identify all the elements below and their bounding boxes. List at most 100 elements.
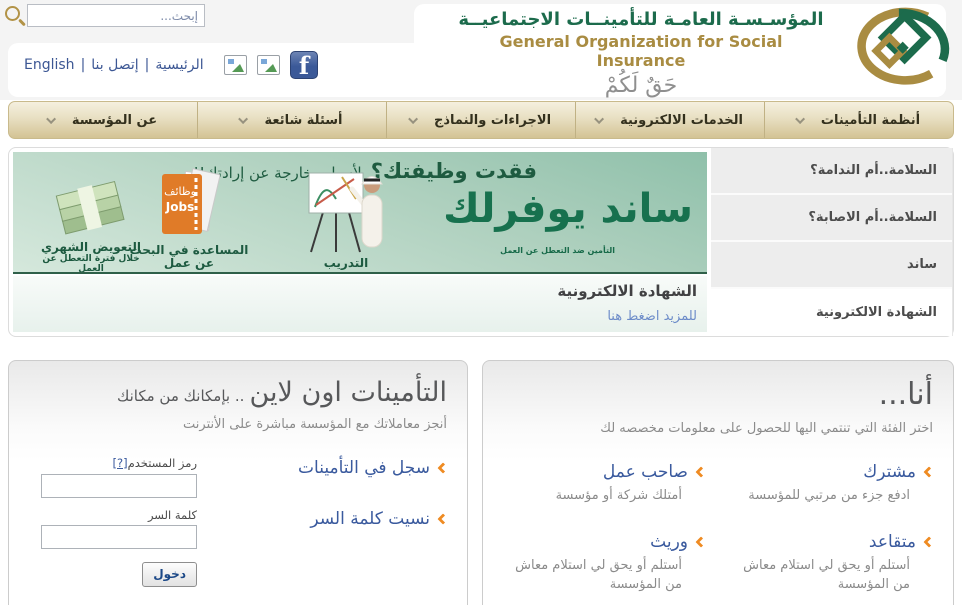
category-header: متقاعد [705,532,933,552]
home-link[interactable]: الرئيسية [155,57,203,73]
feature-label: التدريب [281,257,411,270]
register-link-row: سجل في التأمينات [197,458,447,478]
banner-tab-safety-regret[interactable]: السلامة..أم الندامة؟ [711,148,952,195]
category-heir: وريث أستلم أو يحق لي استلام معاش من المؤ… [499,532,705,595]
category-subscriber: مشترك ادفع جزء من مرتبي للمؤسسة [705,462,933,506]
category-employer: صاحب عمل أمتلك شركة أو مؤسسة [499,462,705,506]
category-description: أستلم أو يحق لي استلام معاش من المؤسسة [733,557,933,595]
login-panel-title: التأمينات اون لاين .. بإمكانك من مكانك [25,377,447,408]
header-utility-links: الرئيسية | إتصل بنا | English [24,57,204,73]
link-separator: | [145,57,150,73]
image-placeholder-icon[interactable] [257,55,280,75]
saned-banner-image: فقدت وظيفتك؟ لأسباب خارجة عن إرادتك!! سا… [13,152,707,274]
nav-item-about[interactable]: عن المؤسسة [9,102,198,138]
main-nav: أنظمة التأمينات الخدمات الالكترونية الاج… [8,101,954,139]
username-help-link[interactable]: [?] [113,456,128,470]
nav-item-label: عن المؤسسة [72,113,157,128]
nav-item-eservices[interactable]: الخدمات الالكترونية [576,102,765,138]
nav-item-label: الاجراءات والنماذج [434,113,551,128]
forgot-password-link-row: نسيت كلمة السر [197,509,447,529]
money-stack-icon [50,177,132,237]
nav-item-faq[interactable]: أسئلة شائعة [198,102,387,138]
banner-more-link[interactable]: للمزيد اضغط هنا [607,309,697,324]
english-link[interactable]: English [24,57,75,73]
svg-text:Jobs: Jobs [165,200,194,214]
nav-item-insurance-systems[interactable]: أنظمة التأمينات [765,102,953,138]
contact-link[interactable]: إتصل بنا [91,57,138,73]
nav-item-procedures-forms[interactable]: الاجراءات والنماذج [387,102,576,138]
banner-tab-saned[interactable]: ساند [711,242,952,289]
search-icon[interactable] [5,6,20,21]
facebook-icon[interactable]: f [290,51,318,79]
chevron-left-icon [437,513,448,524]
login-panel-title-main: التأمينات اون لاين [249,377,447,408]
chevron-down-icon [408,114,418,124]
banner-caption: الشهادة الالكترونية للمزيد اضغط هنا [13,276,707,332]
feature-monthly-compensation: التعويض الشهري خلال فترة التعطل عن العمل [31,177,151,270]
chevron-down-icon [795,114,805,124]
org-name-arabic: المؤسـسـة العامـة للتأمينــات الاجتماعيـ… [458,9,824,30]
employer-link[interactable]: صاحب عمل [603,462,688,482]
saned-tagline: التأمين ضد التعطل عن العمل [500,246,615,255]
login-content-row: سجل في التأمينات نسيت كلمة السر رمز المس… [25,452,447,587]
category-header: وريث [499,532,705,552]
chevron-left-icon [437,462,448,473]
online-services-panel: التأمينات اون لاين .. بإمكانك من مكانك أ… [8,360,468,605]
category-header: مشترك [705,462,933,482]
username-input[interactable] [41,474,197,498]
category-description: أستلم أو يحق لي استلام معاش من المؤسسة [505,557,705,595]
login-form: رمز المستخدم[?] كلمة السر دخول [41,452,197,587]
feature-label: التعويض الشهري [31,241,151,254]
heir-link[interactable]: وريث [650,532,688,552]
saned-logo-text: ساند يوفرلك [443,186,693,232]
jobs-folder-icon: وظائف Jobs [158,168,220,240]
social-icons-row: f [224,51,318,79]
feature-training: التدريب [281,167,411,270]
chevron-left-icon [923,466,934,477]
chevron-down-icon [46,114,56,124]
gosi-logo-icon[interactable] [840,5,954,91]
feature-sublabel: خلال فترة التعطل عن العمل [31,254,151,274]
retiree-link[interactable]: متقاعد [869,532,916,552]
category-header: صاحب عمل [499,462,705,482]
login-panel-title-sub: .. بإمكانك من مكانك [117,387,244,405]
password-input[interactable] [41,525,197,549]
org-name-english: General Organization for Social Insuranc… [458,32,824,70]
login-links-column: سجل في التأمينات نسيت كلمة السر [197,452,447,587]
nav-item-label: أسئلة شائعة [264,113,342,128]
password-label: كلمة السر [41,508,197,522]
logo-text-block: المؤسـسـة العامـة للتأمينــات الاجتماعيـ… [458,9,824,98]
image-placeholder-icon[interactable] [224,55,247,75]
promo-banner-container: فقدت وظيفتك؟ لأسباب خارجة عن إرادتك!! سا… [8,147,954,337]
register-link[interactable]: سجل في التأمينات [298,458,430,478]
login-panel-subtitle: أنجز معاملاتك مع المؤسسة مباشرة على الأن… [25,417,447,432]
nav-item-label: أنظمة التأمينات [821,113,920,128]
audience-panel-subtitle: اختر الفئة التي تنتمي اليها للحصول على م… [499,421,933,436]
username-label: رمز المستخدم [128,456,197,470]
subscriber-link[interactable]: مشترك [863,462,916,482]
banner-tab-safety-injury[interactable]: السلامة..أم الاصابة؟ [711,195,952,242]
audience-panel: أنا... اختر الفئة التي تنتمي اليها للحصو… [482,360,954,605]
audience-grid: مشترك ادفع جزء من مرتبي للمؤسسة صاحب عمل… [499,462,933,595]
audience-panel-title: أنا... [499,377,933,412]
svg-text:وظائف: وظائف [164,185,196,198]
org-slogan: حَقٌ لَكُمْ [458,73,824,98]
chevron-left-icon [695,536,706,547]
category-retiree: متقاعد أستلم أو يحق لي استلام معاش من ال… [705,532,933,595]
chevron-left-icon [695,466,706,477]
gosi-home-page: الرئيسية | إتصل بنا | English f المؤسـسـة ال… [0,0,962,605]
chevron-left-icon [923,536,934,547]
forgot-password-link[interactable]: نسيت كلمة السر [310,509,430,529]
banner-tab-ecertificate[interactable]: الشهادة الالكترونية [711,289,952,336]
banner-tabs: السلامة..أم الندامة؟ السلامة..أم الاصابة… [711,148,953,336]
category-description: ادفع جزء من مرتبي للمؤسسة [733,487,933,506]
banner-caption-title: الشهادة الالكترونية [13,282,697,300]
training-flipchart-icon [296,167,396,253]
chevron-down-icon [239,114,249,124]
chevron-down-icon [594,114,604,124]
search-input[interactable] [27,4,205,27]
link-separator: | [81,57,86,73]
category-description: أمتلك شركة أو مؤسسة [505,487,705,506]
login-button[interactable]: دخول [142,562,197,587]
nav-item-label: الخدمات الالكترونية [620,113,743,128]
